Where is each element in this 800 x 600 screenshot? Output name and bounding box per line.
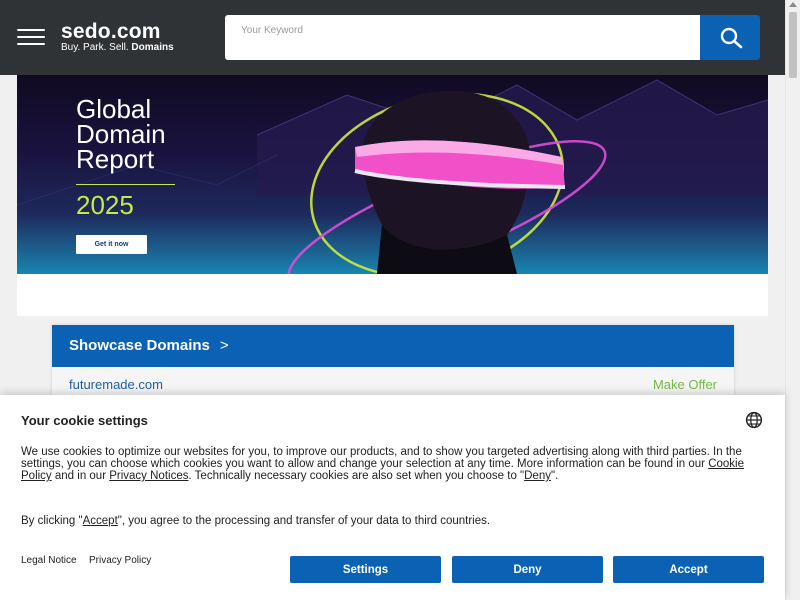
banner-year: 2025 [76, 190, 134, 220]
search-button[interactable] [700, 15, 760, 60]
banner-title: Global Domain Report [76, 94, 166, 174]
accept-button[interactable]: Accept [613, 556, 764, 583]
scroll-thumb[interactable] [789, 12, 797, 78]
privacy-notices-link[interactable]: Privacy Notices [109, 470, 188, 482]
hamburger-menu-icon[interactable] [17, 29, 45, 45]
chevron-right-icon: > [219, 337, 229, 354]
cookie-settings-dialog: Your cookie settings We use cookies to o… [0, 395, 785, 600]
logo-wordmark: sedo.com [61, 20, 161, 43]
make-offer-link[interactable]: Make Offer [653, 377, 717, 392]
legal-notice-link[interactable]: Legal Notice [21, 555, 77, 566]
deny-inline-link[interactable]: Deny [524, 470, 551, 482]
showcase-domains-panel: Showcase Domains > futuremade.com Make Of… [52, 325, 734, 405]
privacy-policy-link[interactable]: Privacy Policy [89, 555, 151, 566]
accept-inline-link[interactable]: Accept [83, 515, 118, 527]
settings-button[interactable]: Settings [290, 556, 441, 583]
page-scrollbar[interactable] [785, 0, 800, 600]
domain-link[interactable]: futuremade.com [69, 377, 163, 392]
global-domain-report-banner[interactable]: Global Domain Report 2025 Get it now [17, 75, 768, 274]
showcase-domains-header[interactable]: Showcase Domains > [52, 325, 734, 367]
deny-button[interactable]: Deny [452, 556, 603, 583]
logo-tagline: Buy. Park. Sell. Domains [61, 42, 174, 53]
sedo-logo[interactable]: sedo.com Buy. Park. Sell. Domains [61, 21, 174, 54]
scroll-up-arrow-icon[interactable] [789, 2, 797, 7]
search-icon [720, 27, 743, 49]
get-it-now-button[interactable]: Get it now [76, 235, 147, 254]
banner-divider [76, 184, 175, 185]
cookie-accept-notice: By clicking "Accept", you agree to the p… [21, 515, 491, 527]
cookie-description: We use cookies to optimize our websites … [21, 446, 745, 482]
keyword-search-input[interactable] [225, 15, 700, 60]
showcase-title: Showcase Domains [69, 337, 210, 354]
site-header: sedo.com Buy. Park. Sell. Domains [0, 0, 785, 75]
cookie-dialog-title: Your cookie settings [21, 413, 148, 428]
globe-icon[interactable] [745, 411, 763, 429]
banner-spacer [17, 274, 768, 316]
